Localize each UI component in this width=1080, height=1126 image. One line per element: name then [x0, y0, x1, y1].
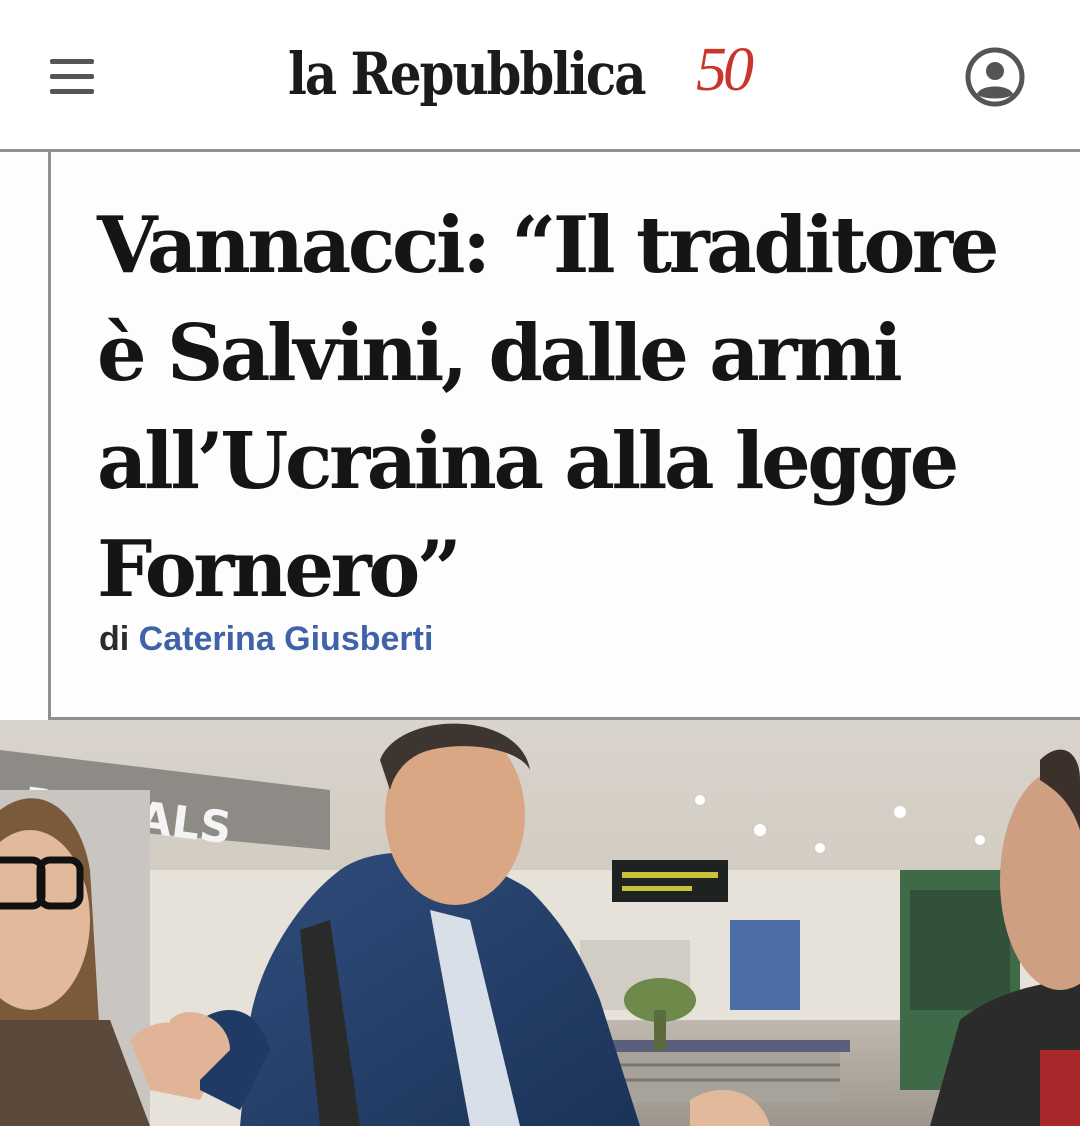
user-account-icon[interactable] [964, 46, 1026, 108]
top-header: la Repubblica 50 [0, 0, 1080, 152]
article-header: Vannacci: “Il traditore è Salvini, dalle… [48, 152, 1080, 720]
article-headline[interactable]: Vannacci: “Il traditore è Salvini, dalle… [97, 192, 1047, 624]
hamburger-menu-icon[interactable] [44, 52, 98, 102]
menu-bar [50, 89, 94, 94]
logo-text: la Repubblica [288, 40, 647, 108]
article-page: la Repubblica 50 Vannacci: “Il traditore… [0, 0, 1080, 1126]
menu-bar [50, 74, 94, 79]
byline-prefix: di [99, 620, 130, 658]
byline: di Caterina Giusberti [99, 620, 433, 659]
site-logo[interactable]: la Repubblica 50 [288, 26, 754, 122]
logo-anniversary-badge: 50 [696, 36, 754, 104]
article-photo[interactable]: RRIVALS [0, 720, 1080, 1126]
author-link[interactable]: Caterina Giusberti [139, 620, 434, 658]
menu-bar [50, 59, 94, 64]
